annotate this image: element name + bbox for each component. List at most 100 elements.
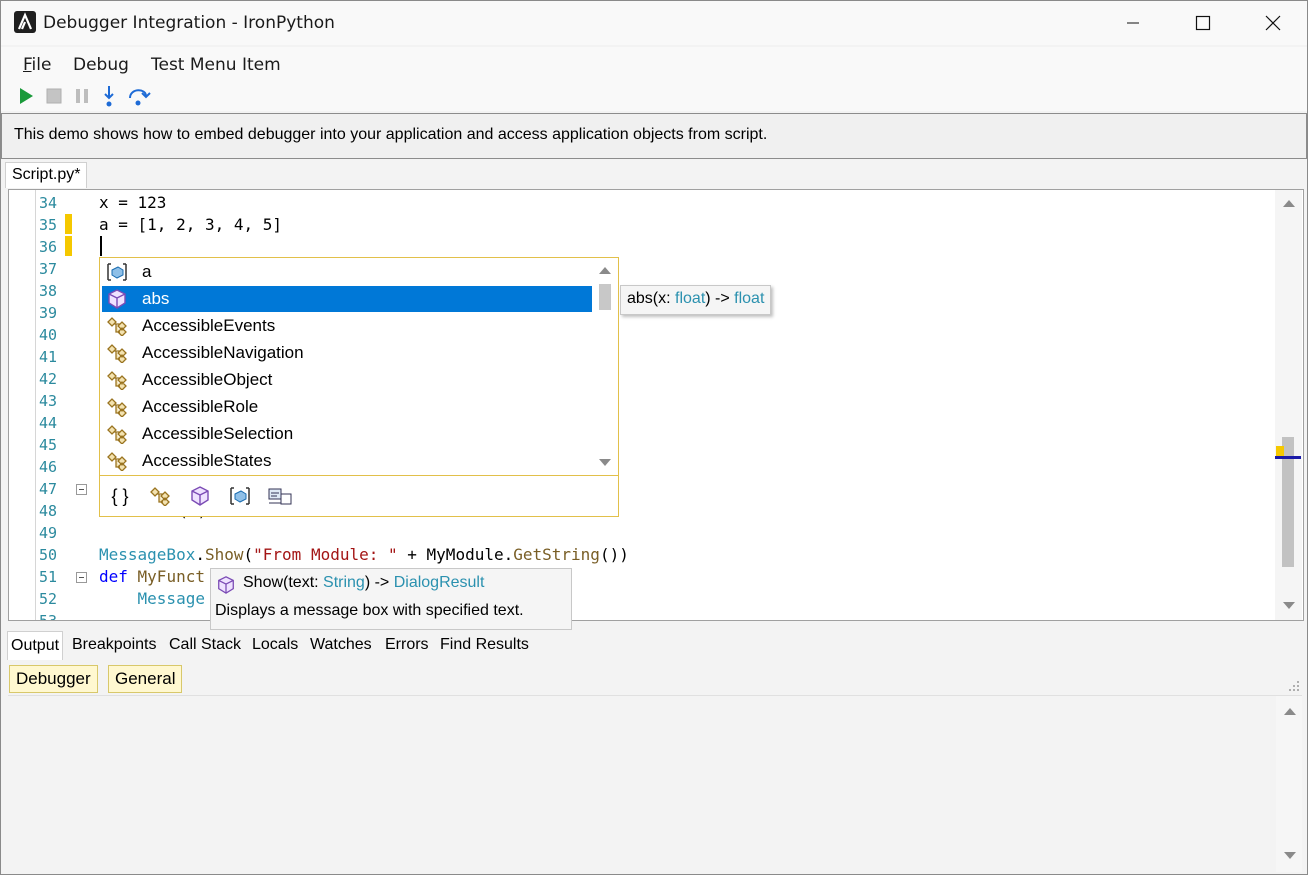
gutter-separator (35, 190, 36, 620)
line-number: 53 (39, 612, 58, 621)
code-line-50: MessageBox.Show("From Module: " + MyModu… (99, 545, 629, 564)
signature-return-type: float (734, 290, 765, 307)
scroll-down-icon[interactable] (1283, 602, 1295, 609)
completion-item[interactable]: AccessibleSelection (102, 421, 592, 447)
scroll-down-icon[interactable] (599, 459, 611, 466)
output-panel[interactable] (8, 695, 1302, 872)
output-tab-general[interactable]: General (108, 665, 183, 693)
completion-item[interactable]: AccessibleStates (102, 448, 592, 474)
tooltip-param-type: String (323, 574, 365, 591)
menu-file[interactable]: File (23, 55, 51, 75)
menu-bar: File Debug Test Menu Item (1, 47, 1307, 81)
text-caret (100, 236, 102, 256)
toolbar (1, 81, 1307, 111)
tab-breakpoints[interactable]: Breakpoints (69, 631, 160, 659)
class-icon (150, 487, 170, 506)
completion-item[interactable]: AccessibleNavigation (102, 340, 592, 366)
line-number: 52 (39, 590, 58, 608)
class-icon (107, 398, 127, 417)
output-tab-debugger[interactable]: Debugger (9, 665, 98, 693)
output-source-tabs: Debugger General (1, 661, 1307, 693)
app-logo-icon (14, 11, 36, 33)
line-number: 47 (39, 480, 58, 498)
code-token: + MyModule. (397, 545, 514, 564)
close-button[interactable] (1238, 1, 1308, 45)
menu-debug[interactable]: Debug (73, 55, 129, 75)
run-icon (20, 88, 33, 104)
scroll-marker-change (1276, 446, 1284, 456)
tooltip-signature: Show(text: String) -> DialogResult (243, 574, 484, 592)
minimize-button[interactable] (1098, 1, 1168, 45)
completion-item[interactable]: AccessibleEvents (102, 313, 592, 339)
info-banner: This demo shows how to embed debugger in… (1, 113, 1307, 159)
pause-icon (76, 89, 88, 103)
fold-toggle[interactable] (76, 484, 87, 495)
tab-script-py[interactable]: Script.py* (5, 162, 88, 188)
line-number: 36 (39, 238, 58, 256)
line-number: 39 (39, 304, 58, 322)
class-icon (107, 317, 127, 336)
menu-test[interactable]: Test Menu Item (151, 55, 281, 75)
tab-errors[interactable]: Errors (382, 631, 432, 659)
tab-locals[interactable]: Locals (249, 631, 301, 659)
method-icon (191, 486, 209, 506)
resize-grip-icon[interactable] (1288, 680, 1300, 692)
fold-toggle[interactable] (76, 572, 87, 583)
scroll-up-icon[interactable] (1284, 708, 1296, 715)
code-token: "From Module: " (253, 545, 398, 564)
maximize-icon (1195, 15, 1211, 31)
filter-methods-button[interactable] (186, 484, 214, 508)
code-token: def (99, 567, 128, 586)
completion-item[interactable]: AccessibleObject (102, 367, 592, 393)
completion-item-a[interactable]: a (102, 259, 592, 285)
completion-scroll-thumb[interactable] (599, 284, 611, 310)
method-icon (108, 289, 126, 309)
main-window: Debugger Integration - IronPython File D… (0, 0, 1308, 875)
editor-scrollbar[interactable] (1275, 190, 1302, 620)
completion-item-abs[interactable]: abs (102, 286, 592, 312)
line-number: 42 (39, 370, 58, 388)
step-over-button[interactable] (125, 84, 153, 108)
tab-find-results[interactable]: Find Results (437, 631, 532, 659)
signature-name: abs(x: (627, 290, 676, 307)
scroll-up-icon[interactable] (599, 267, 611, 274)
pause-button[interactable] (70, 84, 94, 108)
line-number: 35 (39, 216, 58, 234)
code-line-52: Message (99, 589, 205, 608)
filter-namespaces-button[interactable]: { } (106, 484, 134, 508)
scroll-up-icon[interactable] (1283, 200, 1295, 207)
changed-line-marker (65, 236, 72, 256)
tab-watches[interactable]: Watches (307, 631, 375, 659)
completion-label: AccessibleRole (142, 397, 259, 416)
property-icon (268, 488, 292, 505)
completion-scrollbar[interactable] (596, 258, 616, 474)
code-line-35: a = [1, 2, 3, 4, 5] (99, 215, 283, 234)
output-scrollbar[interactable] (1276, 696, 1302, 872)
class-icon (107, 344, 127, 363)
tooltip-name: Show(text: (243, 574, 324, 591)
line-number: 41 (39, 348, 58, 366)
completion-label: abs (142, 289, 170, 308)
close-icon (1265, 15, 1281, 31)
menu-file-mnemonic: F (23, 55, 32, 75)
signature-param-type: float (675, 290, 706, 307)
tab-output[interactable]: Output (7, 631, 64, 660)
tab-call-stack[interactable]: Call Stack (166, 631, 244, 659)
code-token: MyFunct (127, 567, 205, 586)
completion-list[interactable]: a abs AccessibleEvents AccessibleNavigat… (99, 257, 619, 517)
stop-button[interactable] (42, 84, 66, 108)
maximize-button[interactable] (1168, 1, 1238, 45)
line-number: 44 (39, 414, 58, 432)
code-token: ( (243, 545, 254, 564)
signature-tooltip: abs(x: float) -> float (620, 285, 772, 315)
filter-variables-button[interactable] (226, 484, 254, 508)
step-into-button[interactable] (97, 84, 121, 108)
run-button[interactable] (14, 84, 38, 108)
class-icon (107, 425, 127, 444)
scroll-down-icon[interactable] (1284, 852, 1296, 859)
completion-item[interactable]: AccessibleRole (102, 394, 592, 420)
filter-properties-button[interactable] (266, 484, 294, 508)
filter-classes-button[interactable] (146, 484, 174, 508)
code-token: Message (99, 589, 205, 608)
line-number: 34 (39, 194, 58, 212)
